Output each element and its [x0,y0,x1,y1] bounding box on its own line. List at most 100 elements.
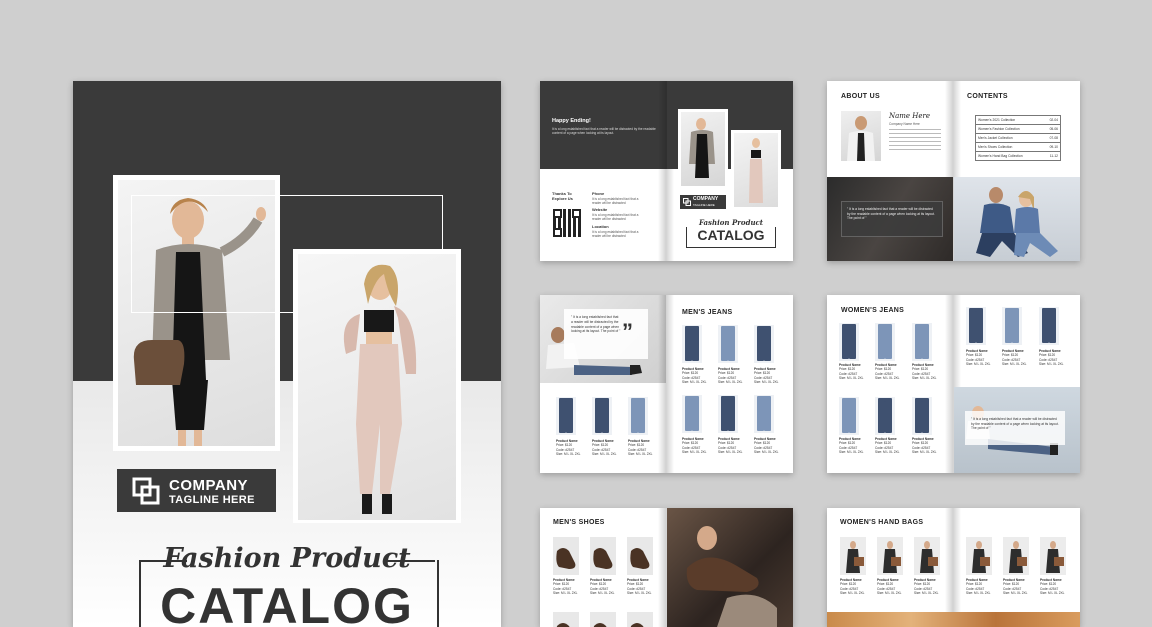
jeans-product-photo[interactable] [839,397,859,435]
product-size: Size: M L XL 2XL [627,590,652,595]
jeans-product-photo[interactable] [592,397,612,435]
product-size: Size: M L XL 2XL [718,379,743,384]
front-mini-tagline: TAGLINE HERE [693,203,715,207]
cover-title: CATALOG [160,578,414,627]
contents-page: 02-04 [1049,118,1058,122]
jeans-product-photo[interactable] [628,397,648,435]
product-size: Size: M L XL 2XL [754,449,779,454]
jeans-product-photo[interactable] [1002,307,1022,345]
model-photo-pink-suit [298,254,456,520]
spread-mens-jeans: " It is a long established fact that a r… [540,295,793,473]
handbag-product-photo[interactable] [1003,537,1029,575]
contents-label: Women's Hand Bag Collection [978,154,1023,158]
handbag-product-photo[interactable] [1040,537,1066,575]
jeans-product-photo[interactable] [875,397,895,435]
cover-company-tagline: TAGLINE HERE [169,494,255,506]
jeans-product-photo[interactable] [839,323,859,361]
contents-page: 09-10 [1049,145,1058,149]
cover-company-logo-box: COMPANY TAGLINE HERE [117,469,276,512]
couple-photo [954,177,1080,261]
contents-page: 11-12 [1049,154,1058,158]
product-size: Size: M L XL 2XL [682,449,707,454]
company-logo-icon [683,198,691,206]
mens-jeans-heading: MEN'S JEANS [682,309,733,316]
mens-jeans-quote-text: " It is a long established fact that a r… [571,315,621,334]
product-size: Size: M L XL 2XL [840,590,865,595]
product-size: Size: M L XL 2XL [556,451,581,456]
spine-shadow [658,295,674,473]
cover-page: COMPANY TAGLINE HERE Fashion Product CAT… [73,81,501,627]
contents-page: 05-06 [1049,127,1058,131]
womens-bags-heading: WOMEN'S HAND BAGS [840,519,924,526]
front-mini-logo-box: COMPANY TAGLINE HERE [680,195,726,209]
about-quote-text: " It is a long established fact that a r… [847,207,935,220]
cover-script-title: Fashion Product [163,543,411,574]
shoe-product-photo[interactable] [553,612,579,627]
product-size: Size: M L XL 2XL [1040,590,1065,595]
handbag-product-photo[interactable] [840,537,866,575]
front-mini-photo-2 [731,130,781,210]
contents-label: Men's Shoes Collection [978,145,1013,149]
product-size: Size: M L XL 2XL [966,361,991,366]
product-size: Size: M L XL 2XL [553,590,578,595]
spread-about-contents: ABOUT US Name Here Company Name Here " I… [827,81,1080,261]
handbag-product-photo[interactable] [966,537,992,575]
spread-back-front: Happy Ending! It is a long established f… [540,81,793,261]
contents-row[interactable]: Women's Hand Bag Collection 11-12 [976,152,1060,160]
handbag-product-photo[interactable] [877,537,903,575]
shoe-product-photo[interactable] [627,612,653,627]
jeans-product-photo[interactable] [754,395,774,433]
product-size: Size: M L XL 2XL [912,375,937,380]
back-phone-label: Phone [592,191,605,196]
contents-label: Men's Jacket Collection [978,136,1013,140]
jeans-product-photo[interactable] [682,325,702,363]
front-mini-title: CATALOG [697,227,765,243]
spine-shadow [945,508,961,627]
jeans-product-photo[interactable] [1039,307,1059,345]
jeans-product-photo[interactable] [556,397,576,435]
about-heading: ABOUT US [841,93,880,100]
product-size: Size: M L XL 2XL [718,449,743,454]
product-size: Size: M L XL 2XL [592,451,617,456]
jeans-product-photo[interactable] [718,325,738,363]
spread-womens-bags: WOMEN'S HAND BAGS Product Name Price: $12… [827,508,1080,627]
contents-label: Women's 2021 Collection [978,118,1016,122]
jeans-product-photo[interactable] [875,323,895,361]
product-size: Size: M L XL 2XL [875,449,900,454]
back-location-text: It is a long established fact that a rea… [592,230,639,238]
jeans-product-photo[interactable] [966,307,986,345]
jeans-product-photo[interactable] [754,325,774,363]
contents-label: Women's Fashion Collection [978,127,1020,131]
spread-womens-jeans: WOMEN'S JEANS " It is a long established… [827,295,1080,473]
back-thanks: Thanks To Explore Us [552,191,573,201]
product-size: Size: M L XL 2XL [839,375,864,380]
shoe-product-photo[interactable] [590,537,616,575]
back-heading: Happy Ending! [552,118,591,124]
contents-row[interactable]: Women's 2021 Collection 02-04 [976,116,1060,125]
about-text-lines [889,129,941,153]
shoe-product-photo[interactable] [553,537,579,575]
shoe-product-photo[interactable] [590,612,616,627]
jeans-product-photo[interactable] [912,397,932,435]
handbag-product-photo[interactable] [914,537,940,575]
contents-row[interactable]: Women's Fashion Collection 05-06 [976,125,1060,134]
jeans-product-photo[interactable] [912,323,932,361]
contents-row[interactable]: Men's Jacket Collection 07-08 [976,134,1060,143]
qr-code-icon [553,209,581,237]
jeans-product-photo[interactable] [682,395,702,433]
quote-mark-icon: ” [622,319,633,344]
shoe-product-photo[interactable] [627,537,653,575]
contents-table: Women's 2021 Collection 02-04 Women's Fas… [975,115,1061,161]
product-size: Size: M L XL 2XL [877,590,902,595]
spread-mens-shoes: MEN'S SHOES Product Name Price: $120 Code:… [540,508,793,627]
about-company-text: Company Name Here [889,122,920,126]
product-size: Size: M L XL 2XL [682,379,707,384]
contents-heading: CONTENTS [967,93,1008,100]
company-logo-icon [132,477,160,505]
contents-row[interactable]: Men's Shoes Collection 09-10 [976,143,1060,152]
product-size: Size: M L XL 2XL [590,590,615,595]
about-portrait-photo [841,111,881,161]
product-size: Size: M L XL 2XL [966,590,991,595]
mens-shoes-hero-photo [667,508,793,627]
jeans-product-photo[interactable] [718,395,738,433]
